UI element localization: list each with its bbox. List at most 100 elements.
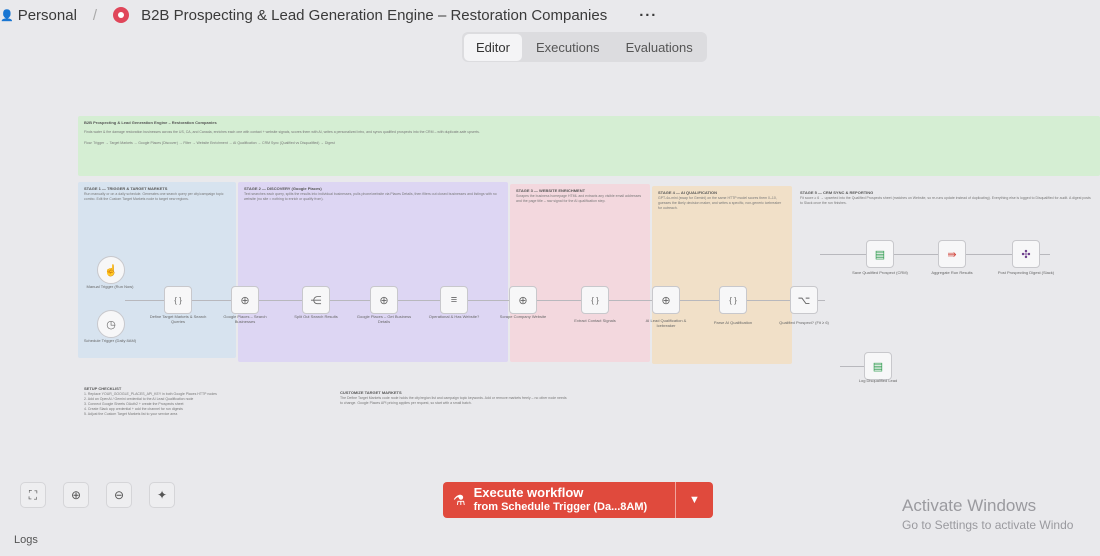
code-icon: { }	[591, 295, 599, 305]
top-bar: 👤 Personal / B2B Prospecting & Lead Gene…	[0, 0, 1100, 30]
sticky-stage-3[interactable]: STAGE 3 — WEBSITE ENRICHMENT Scrapes the…	[510, 184, 650, 362]
fit-view-icon: ⛶	[28, 487, 38, 502]
parse-ai-node[interactable]: { }	[719, 286, 747, 314]
sheet-icon: ▤	[872, 360, 884, 373]
setup-title: SETUP CHECKLIST	[84, 386, 122, 391]
execute-workflow-button[interactable]: ⚗ Execute workflow from Schedule Trigger…	[443, 482, 675, 518]
zoom-out-icon: ⊖	[113, 488, 125, 502]
node-label: Scrape Company Website	[499, 314, 547, 319]
execute-workflow-control: ⚗ Execute workflow from Schedule Trigger…	[443, 482, 713, 518]
sticky-setup-checklist[interactable]: SETUP CHECKLIST 1. Replace YOUR_GOOGLE_P…	[78, 382, 288, 442]
node-label: Define Target Markets & Search Queries	[149, 314, 207, 324]
setup-item: 5. Adjust the Custom Target Markets list…	[84, 412, 178, 416]
save-qualified-node[interactable]: ▤	[866, 240, 894, 268]
node-label: AI Lead Qualification & Icebreaker	[645, 318, 687, 328]
stage-3-text: Scrapes the business homepage HTML and e…	[516, 194, 642, 203]
overview-title: B2B Prospecting & Lead Generation Engine…	[84, 120, 217, 125]
zoom-in-button[interactable]: ⊕	[63, 482, 89, 508]
windows-activation-watermark: Activate Windows Go to Settings to activ…	[902, 496, 1073, 532]
view-tabs: Editor Executions Evaluations	[462, 32, 707, 62]
workflow-icon	[113, 7, 130, 23]
node-label: Schedule Trigger (Daily 8AM)	[83, 338, 137, 343]
chevron-down-icon: ▼	[689, 494, 700, 506]
hand-icon: ☝	[104, 264, 118, 277]
tab-executions[interactable]: Executions	[524, 34, 612, 61]
qualified-if-node[interactable]: ⌥	[790, 286, 818, 314]
node-label: Post Prospecting Digest (Slack)	[997, 270, 1055, 275]
execute-subtitle: from Schedule Trigger (Da...8AM)	[473, 501, 648, 513]
aggregate-icon: ⇛	[947, 248, 957, 261]
stage-2-text: Text searches each query, splits the res…	[244, 192, 497, 201]
project-name: Personal	[17, 6, 77, 24]
tab-editor[interactable]: Editor	[464, 33, 522, 61]
stage-4-text: GPT-4o-mini (swap for Gemini) on the sam…	[658, 196, 782, 210]
zoom-out-button[interactable]: ⊖	[106, 482, 132, 508]
branch-icon: ⌥	[797, 294, 811, 307]
flask-icon: ⚗	[453, 491, 466, 508]
node-label: Parse AI Qualification	[713, 320, 753, 325]
node-label: Operational & Has Website?	[428, 314, 480, 319]
log-disqualified-node[interactable]: ▤	[864, 352, 892, 380]
node-label: Split Out Search Results	[294, 314, 338, 319]
stage-5-text: Fit score ≥ 6 → upserted into the Qualif…	[800, 196, 1091, 205]
stage-4-title: STAGE 4 — AI QUALIFICATION	[658, 190, 718, 195]
project-breadcrumb[interactable]: 👤 Personal	[0, 7, 77, 24]
node-label: Google Places – Search Businesses	[223, 314, 267, 324]
node-label: Save Qualified Prospect (CRM)	[852, 270, 908, 275]
sheet-icon: ▤	[874, 248, 886, 261]
scrape-website-node[interactable]: ⊕	[509, 286, 537, 314]
stage-1-text: Run manually or on a daily schedule. Gen…	[84, 192, 224, 201]
manual-trigger-node[interactable]: ☝	[97, 256, 125, 284]
filter-node[interactable]: ≡	[440, 286, 468, 314]
node-label: Aggregate Run Results	[931, 270, 973, 275]
sticky-stage-4[interactable]: STAGE 4 — AI QUALIFICATION GPT-4o-mini (…	[652, 186, 792, 364]
markets-text: The Define Target Markets code node hold…	[340, 396, 567, 405]
define-target-node[interactable]: { }	[164, 286, 192, 314]
sticky-stage-2[interactable]: STAGE 2 — DISCOVERY (Google Places) Text…	[238, 182, 508, 362]
schedule-trigger-node[interactable]: ◷	[97, 310, 125, 338]
sticky-note-overview[interactable]: B2B Prospecting & Lead Generation Engine…	[78, 116, 1100, 176]
user-icon: 👤	[0, 9, 14, 22]
globe-icon: ⊕	[661, 294, 671, 307]
globe-icon: ⊕	[379, 294, 389, 307]
overview-line1: Finds water & fire damage restoration bu…	[84, 130, 480, 134]
slack-digest-node[interactable]: ✣	[1012, 240, 1040, 268]
split-icon: ⋲	[310, 294, 322, 307]
node-label: Manual Trigger (Run Now)	[86, 284, 134, 289]
slack-icon: ✣	[1021, 248, 1031, 261]
tidy-up-button[interactable]: ✦	[149, 482, 175, 508]
stage-1-title: STAGE 1 — TRIGGER & TARGET MARKETS	[84, 186, 168, 191]
code-icon: { }	[729, 295, 737, 305]
stage-3-title: STAGE 3 — WEBSITE ENRICHMENT	[516, 188, 586, 193]
overview-line2: Flow: Trigger → Target Markets → Google …	[84, 141, 335, 145]
stage-5-title: STAGE 5 — CRM SYNC & REPORTING	[800, 190, 874, 195]
code-icon: { }	[174, 295, 182, 305]
workflow-title[interactable]: B2B Prospecting & Lead Generation Engine…	[141, 7, 607, 24]
split-results-node[interactable]: ⋲	[302, 286, 330, 314]
execute-dropdown-button[interactable]: ▼	[675, 482, 713, 518]
breadcrumb-separator: /	[92, 6, 98, 24]
markets-title: CUSTOMIZE TARGET MARKETS	[340, 390, 402, 395]
logs-panel-toggle[interactable]: Logs	[14, 534, 38, 546]
workflow-canvas[interactable]: B2B Prospecting & Lead Generation Engine…	[0, 68, 1100, 478]
globe-icon: ⊕	[240, 294, 250, 307]
clock-icon: ◷	[106, 318, 116, 331]
places-search-node[interactable]: ⊕	[231, 286, 259, 314]
fit-view-button[interactable]: ⛶	[20, 482, 46, 508]
ai-qualify-node[interactable]: ⊕	[652, 286, 680, 314]
node-label: Log Disqualified Lead	[858, 378, 898, 383]
node-label: Extract Contact Signals	[574, 318, 616, 323]
aggregate-node[interactable]: ⇛	[938, 240, 966, 268]
zoom-in-icon: ⊕	[70, 488, 82, 502]
node-label: Google Places – Get Business Details	[356, 314, 412, 324]
tab-evaluations[interactable]: Evaluations	[614, 34, 705, 61]
extract-contact-node[interactable]: { }	[581, 286, 609, 314]
sticky-customize-markets[interactable]: CUSTOMIZE TARGET MARKETS The Define Targ…	[334, 386, 574, 426]
stage-2-title: STAGE 2 — DISCOVERY (Google Places)	[244, 186, 322, 191]
more-options-button[interactable]: ···	[639, 7, 657, 24]
watermark-line2: Go to Settings to activate Windo	[902, 518, 1074, 532]
places-details-node[interactable]: ⊕	[370, 286, 398, 314]
sticky-stage-5[interactable]: STAGE 5 — CRM SYNC & REPORTING Fit score…	[794, 186, 1100, 218]
filter-icon: ≡	[450, 294, 458, 306]
watermark-line1: Activate Windows	[902, 496, 1037, 515]
